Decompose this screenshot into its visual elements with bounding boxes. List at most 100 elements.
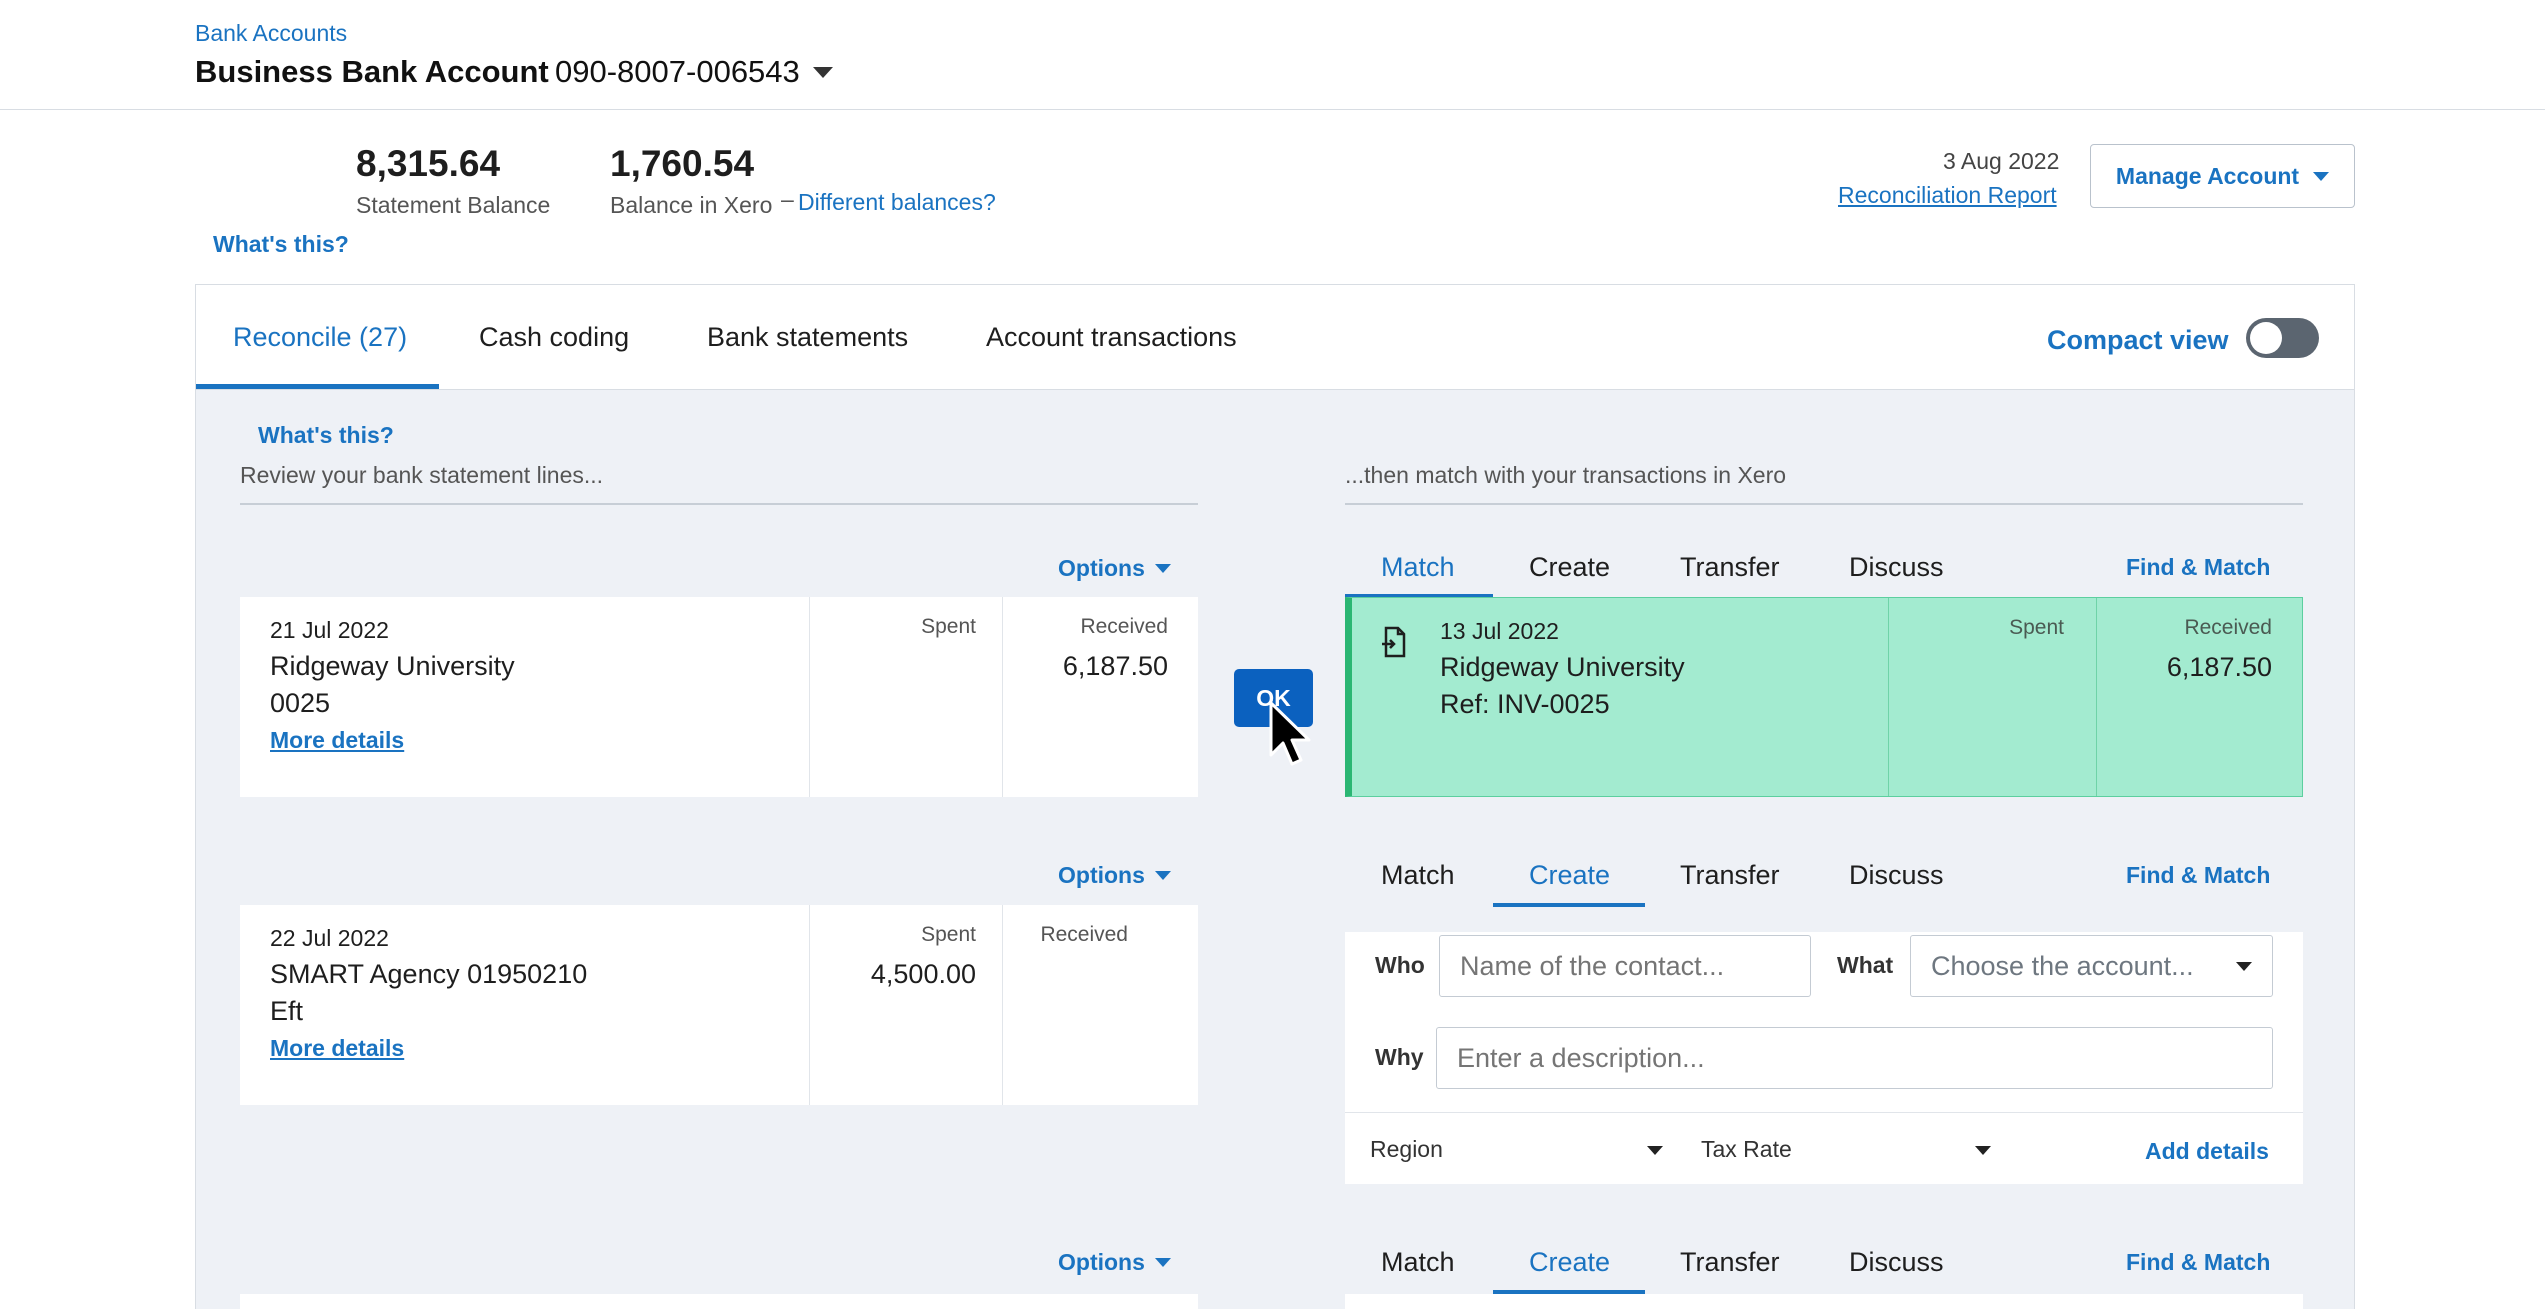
column-divider	[1002, 597, 1003, 797]
account-number: 090-8007-006543	[555, 54, 800, 89]
breadcrumb-bank-accounts[interactable]: Bank Accounts	[195, 20, 347, 47]
statement-line-date: 21 Jul 2022	[270, 617, 389, 643]
who-label: Who	[1375, 952, 1425, 978]
tab-transfer-line-2[interactable]: Transfer	[1680, 860, 1780, 891]
active-tab-indicator	[196, 384, 439, 389]
why-description-input[interactable]	[1436, 1027, 2273, 1089]
add-details-link[interactable]: Add details	[2145, 1138, 2269, 1165]
chevron-down-icon	[1154, 871, 1171, 880]
statement-balance-value: 8,315.64	[356, 143, 501, 184]
find-and-match-link-line-3[interactable]: Find & Match	[2126, 1249, 2270, 1276]
statement-balance-label: Statement Balance	[356, 192, 551, 218]
header-divider	[0, 109, 2545, 110]
xero-balance-value: 1,760.54	[610, 143, 755, 184]
options-dropdown-line-3[interactable]: Options	[1058, 1249, 1171, 1276]
account-name: Business Bank Account	[195, 54, 549, 89]
what-account-placeholder: Choose the account...	[1931, 950, 2194, 981]
options-dropdown-line-1[interactable]: Options	[1058, 555, 1171, 582]
tab-account-transactions[interactable]: Account transactions	[986, 322, 1237, 353]
tab-create-line-3[interactable]: Create	[1529, 1247, 1610, 1278]
right-column-rule	[1345, 503, 2303, 505]
match-received-amount: 6,187.50	[2166, 652, 2272, 682]
account-switch-chevron-down-icon[interactable]	[813, 67, 833, 78]
received-label: Received	[1040, 923, 1128, 946]
tab-match-line-3[interactable]: Match	[1381, 1247, 1455, 1278]
match-transactions-hint: ...then match with your transactions in …	[1345, 462, 1787, 488]
spent-amount: 4,500.00	[870, 959, 976, 989]
different-balances-link[interactable]: Different balances?	[798, 189, 996, 216]
match-date: 13 Jul 2022	[1440, 618, 1559, 644]
column-divider	[1888, 598, 1889, 796]
chevron-down-icon	[2236, 961, 2252, 971]
create-transaction-form: Who What Choose the account... Why Regio…	[1345, 932, 2303, 1184]
create-transaction-form-line-3	[1345, 1294, 2303, 1309]
tab-reconcile[interactable]: Reconcile (27)	[233, 322, 407, 353]
statement-line-date: 22 Jul 2022	[270, 925, 389, 951]
tab-cash-coding[interactable]: Cash coding	[479, 322, 629, 353]
tab-transfer-line-3[interactable]: Transfer	[1680, 1247, 1780, 1278]
statement-line-2: 22 Jul 2022 SMART Agency 01950210 Eft Mo…	[240, 905, 1198, 1105]
more-details-link[interactable]: More details	[270, 1035, 404, 1062]
find-and-match-link-line-2[interactable]: Find & Match	[2126, 862, 2270, 889]
why-label: Why	[1375, 1044, 1424, 1070]
chevron-down-icon	[1154, 1258, 1171, 1267]
tab-discuss-line-3[interactable]: Discuss	[1849, 1247, 1944, 1278]
tax-rate-select[interactable]: Tax Rate	[1701, 1136, 1792, 1163]
region-chevron-down-icon[interactable]	[1647, 1146, 1663, 1155]
tab-match-line-1[interactable]: Match	[1381, 552, 1455, 583]
toggle-knob	[2250, 322, 2282, 354]
tab-create-line-1[interactable]: Create	[1529, 552, 1610, 583]
compact-view-toggle[interactable]	[2246, 318, 2319, 358]
match-reference: Ref: INV-0025	[1440, 689, 1610, 719]
received-label: Received	[1080, 615, 1168, 638]
tax-rate-chevron-down-icon[interactable]	[1975, 1146, 1991, 1155]
column-divider	[809, 597, 810, 797]
options-label: Options	[1058, 862, 1145, 888]
form-divider	[1345, 1112, 2303, 1113]
document-import-icon	[1382, 626, 1406, 658]
statement-line-3	[240, 1294, 1198, 1309]
match-spent-label: Spent	[2009, 616, 2064, 639]
statement-line-reference: 0025	[270, 688, 331, 718]
mouse-cursor-icon	[1269, 701, 1311, 766]
region-select[interactable]: Region	[1370, 1136, 1443, 1163]
suggested-match-card[interactable]: 13 Jul 2022 Ridgeway University Ref: INV…	[1345, 597, 2303, 797]
whats-this-balances-link[interactable]: What's this?	[213, 231, 349, 258]
chevron-down-icon	[2313, 171, 2330, 181]
column-divider	[1002, 905, 1003, 1105]
tab-match-line-2[interactable]: Match	[1381, 860, 1455, 891]
options-dropdown-line-2[interactable]: Options	[1058, 862, 1171, 889]
received-amount: 6,187.50	[1062, 651, 1168, 681]
tab-create-line-2[interactable]: Create	[1529, 860, 1610, 891]
compact-view-label: Compact view	[2047, 325, 2229, 355]
statement-line-payee: SMART Agency 01950210	[270, 959, 588, 989]
active-right-tab-indicator	[1493, 903, 1645, 907]
who-contact-input[interactable]	[1439, 935, 1811, 997]
left-column-rule	[240, 503, 1198, 505]
whats-this-reconcile-link[interactable]: What's this?	[258, 422, 394, 449]
manage-account-label: Manage Account	[2115, 162, 2300, 189]
column-divider	[2096, 598, 2097, 796]
what-label: What	[1837, 952, 1894, 978]
statement-line-1: 21 Jul 2022 Ridgeway University 0025 Mor…	[240, 597, 1198, 797]
tab-discuss-line-2[interactable]: Discuss	[1849, 860, 1944, 891]
more-details-link[interactable]: More details	[270, 727, 404, 754]
manage-account-button[interactable]: Manage Account	[2090, 144, 2355, 208]
options-label: Options	[1058, 1249, 1145, 1275]
statement-line-payee: Ridgeway University	[270, 651, 515, 681]
reconciliation-report-link[interactable]: Reconciliation Report	[1838, 182, 2057, 209]
match-payee: Ridgeway University	[1440, 652, 1685, 682]
reconciliation-date: 3 Aug 2022	[1943, 148, 2060, 174]
column-divider	[809, 905, 810, 1105]
tab-discuss-line-1[interactable]: Discuss	[1849, 552, 1944, 583]
spent-label: Spent	[921, 615, 976, 638]
tab-transfer-line-1[interactable]: Transfer	[1680, 552, 1780, 583]
spent-label: Spent	[921, 923, 976, 946]
find-and-match-link-line-1[interactable]: Find & Match	[2126, 554, 2270, 581]
xero-balance-label: Balance in Xero	[610, 192, 773, 218]
statement-line-reference: Eft	[270, 996, 304, 1026]
what-account-select[interactable]: Choose the account...	[1910, 935, 2273, 997]
tab-bank-statements[interactable]: Bank statements	[707, 322, 908, 353]
chevron-down-icon	[1154, 564, 1171, 573]
review-statement-hint: Review your bank statement lines...	[240, 462, 604, 488]
